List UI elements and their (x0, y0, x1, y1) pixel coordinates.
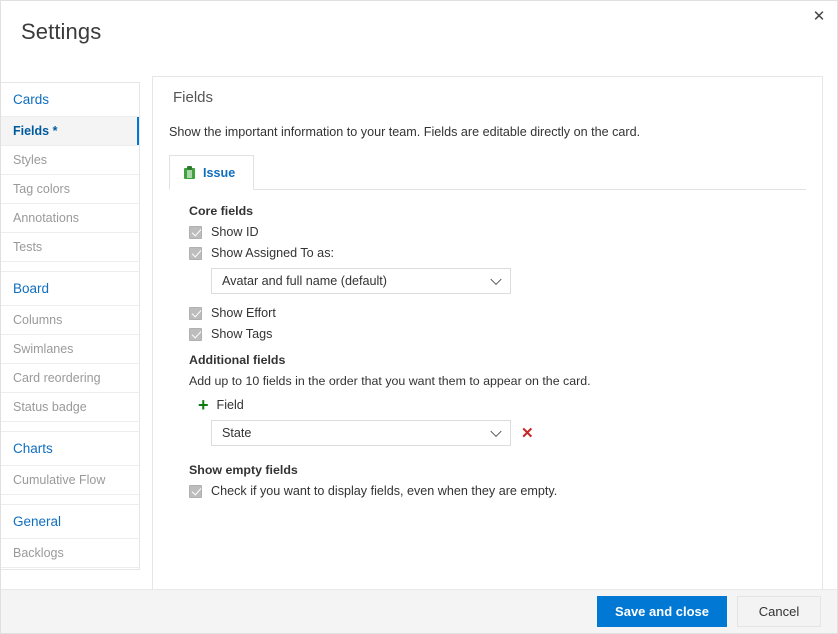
additional-field-select[interactable]: State (211, 420, 511, 446)
sidebar-item-fields[interactable]: Fields * (1, 117, 139, 146)
sidebar-item-status-badge[interactable]: Status badge (1, 393, 139, 422)
checkbox-show-id[interactable] (189, 225, 202, 239)
sidebar-item-swimlanes[interactable]: Swimlanes (1, 335, 139, 364)
sidebar-item-label: Annotations (13, 211, 80, 225)
remove-field-icon[interactable]: ✕ (521, 426, 534, 441)
plus-icon: + (198, 395, 209, 415)
sidebar-item-label: Tag colors (13, 182, 70, 196)
tab-strip: Issue (169, 155, 806, 190)
tab-issue[interactable]: Issue (169, 155, 255, 190)
sidebar-item-tests[interactable]: Tests (1, 233, 139, 262)
add-field-label: Field (216, 398, 244, 412)
sidebar-group-board: Board (1, 272, 139, 306)
sidebar-item-label: Columns (13, 313, 63, 327)
additional-fields-hint: Add up to 10 fields in the order that yo… (189, 374, 591, 388)
settings-dialog: ✕ Settings Cards Fields * Styles Tag col… (0, 0, 838, 634)
close-icon[interactable]: ✕ (801, 1, 837, 31)
sidebar-item-label: Card reordering (13, 371, 101, 385)
dialog-footer: Save and close Cancel (1, 589, 837, 633)
sidebar-item-label: Status badge (13, 400, 87, 414)
checkbox-show-empty-fields[interactable] (189, 484, 202, 498)
checkbox-label: Check if you want to display fields, eve… (211, 484, 558, 498)
sidebar-item-backlogs[interactable]: Backlogs (1, 539, 139, 568)
fields-form: Core fields Show ID Show Assigned To as:… (169, 190, 806, 498)
sidebar-item-label: Tests (13, 240, 43, 254)
sidebar-group-charts: Charts (1, 432, 139, 466)
core-fields-label: Core fields (189, 204, 254, 218)
checkbox-row-show-assigned-to[interactable]: Show Assigned To as: (189, 246, 806, 260)
sidebar-item-styles[interactable]: Styles (1, 146, 139, 175)
sidebar-item-annotations[interactable]: Annotations (1, 204, 139, 233)
chevron-down-icon (490, 425, 502, 438)
checkbox-label: Show Assigned To as: (211, 246, 334, 260)
sidebar-item-tag-colors[interactable]: Tag colors (1, 175, 139, 204)
sidebar-divider (1, 495, 139, 505)
sidebar-item-cumulative-flow[interactable]: Cumulative Flow (1, 466, 139, 495)
sidebar-item-label: Styles (13, 153, 48, 167)
issue-clipboard-icon (184, 166, 195, 179)
tab-label: Issue (203, 165, 236, 180)
sidebar-divider (1, 422, 139, 432)
sidebar-group-cards: Cards (1, 83, 139, 117)
checkbox-row-show-tags[interactable]: Show Tags (189, 327, 806, 341)
checkbox-label: Show Tags (211, 327, 273, 341)
settings-sidebar: Cards Fields * Styles Tag colors Annotat… (1, 82, 140, 570)
page-title: Settings (21, 19, 102, 44)
additional-field-row: State ✕ (211, 420, 806, 446)
checkbox-label: Show ID (211, 225, 259, 239)
checkbox-show-effort[interactable] (189, 306, 202, 320)
show-empty-fields-section: Show empty fields Check if you want to d… (189, 463, 806, 498)
checkbox-show-assigned-to[interactable] (189, 246, 202, 260)
settings-content-panel: Fields Show the important information to… (152, 76, 823, 591)
content-description: Show the important information to your t… (169, 125, 641, 139)
cancel-button[interactable]: Cancel (737, 596, 821, 627)
select-value: State (222, 426, 252, 440)
sidebar-group-general: General (1, 505, 139, 539)
checkbox-label: Show Effort (211, 306, 276, 320)
sidebar-item-working-days[interactable]: Working days (1, 568, 139, 569)
sidebar-item-label: Swimlanes (13, 342, 74, 356)
sidebar-item-columns[interactable]: Columns (1, 306, 139, 335)
show-empty-fields-label: Show empty fields (189, 463, 298, 477)
save-and-close-button[interactable]: Save and close (597, 596, 727, 627)
sidebar-divider (1, 262, 139, 272)
add-field-button[interactable]: + Field (198, 395, 244, 415)
checkbox-row-show-effort[interactable]: Show Effort (189, 306, 806, 320)
sidebar-item-card-reordering[interactable]: Card reordering (1, 364, 139, 393)
sidebar-item-label: Backlogs (13, 546, 64, 560)
additional-fields-label: Additional fields (189, 353, 286, 367)
sidebar-item-label: Fields * (13, 124, 58, 138)
sidebar-item-label: Cumulative Flow (13, 473, 106, 487)
chevron-down-icon (490, 273, 502, 286)
checkbox-row-show-id[interactable]: Show ID (189, 225, 806, 239)
select-value: Avatar and full name (default) (222, 274, 387, 288)
checkbox-row-show-empty-fields[interactable]: Check if you want to display fields, eve… (189, 484, 806, 498)
checkbox-show-tags[interactable] (189, 327, 202, 341)
content-heading: Fields (173, 89, 214, 106)
assigned-to-display-select[interactable]: Avatar and full name (default) (211, 268, 511, 294)
